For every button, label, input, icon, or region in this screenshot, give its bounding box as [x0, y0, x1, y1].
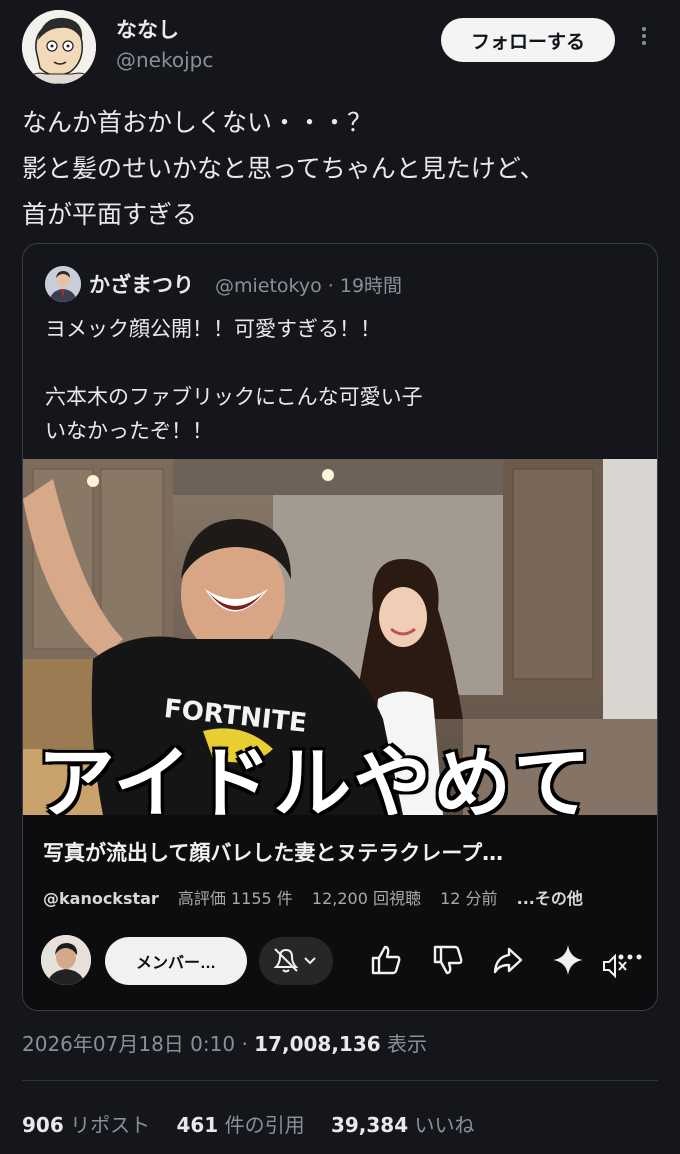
channel-avatar[interactable]: [41, 935, 91, 985]
quoted-author-avatar[interactable]: [45, 266, 81, 302]
author-avatar[interactable]: [22, 10, 96, 84]
chevron-down-icon: [304, 957, 316, 965]
quoted-line: ヨメック顔公開！！可愛すぎる！！: [45, 317, 381, 341]
more-horizontal-icon[interactable]: [615, 951, 645, 963]
quoted-handle-text[interactable]: @mietokyo: [215, 275, 322, 297]
quote-count: 461: [176, 1113, 219, 1137]
member-button[interactable]: メンバー…: [105, 937, 247, 985]
tweet-header: ななし @nekojpc フォローする: [0, 0, 680, 96]
bell-off-icon: [273, 948, 299, 973]
like-label: いいね: [414, 1113, 475, 1137]
more-link[interactable]: ...その他: [517, 889, 583, 908]
video-views: 12,200 回視聴: [311, 889, 421, 908]
more-vertical-icon[interactable]: [632, 24, 656, 54]
repost-stat[interactable]: 906 リポスト: [22, 1113, 150, 1137]
engagement-stats: 906 リポスト 461 件の引用 39,384 いいね: [22, 1109, 474, 1138]
quoted-line: いなかったぞ！！: [45, 419, 213, 443]
video-meta: @kanockstar 高評価 1155 件 12,200 回視聴 12 分前 …: [43, 885, 583, 909]
author-name[interactable]: ななし: [116, 14, 179, 44]
tweet-line: 首が平面すぎる: [22, 200, 198, 229]
quoted-post[interactable]: かざまつり @mietokyo · 19時間 ヨメック顔公開！！可愛すぎる！！ …: [22, 243, 658, 1011]
separator: ·: [241, 1032, 248, 1056]
repost-label: リポスト: [70, 1113, 151, 1137]
quoted-author-name[interactable]: かざまつり: [89, 269, 194, 299]
notification-button[interactable]: [259, 937, 333, 985]
quoted-author-handle: @mietokyo · 19時間: [215, 271, 402, 298]
tweet-line: なんか首おかしくない・・・？: [22, 108, 373, 137]
channel-handle[interactable]: @kanockstar: [43, 889, 159, 908]
sparkle-icon[interactable]: [549, 941, 587, 979]
tweet-timestamp[interactable]: 2026年07月18日 0:10: [22, 1032, 235, 1056]
video-info-panel: 写真が流出して顔バレした妻とヌテラクレープ… @kanockstar 高評価 1…: [23, 815, 657, 1010]
quote-stat[interactable]: 461 件の引用: [176, 1113, 304, 1137]
quoted-text: ヨメック顔公開！！可愛すぎる！！ 六本木のファブリックにこんな可愛い子 いなかっ…: [45, 312, 423, 448]
video-thumbnail[interactable]: FORTNITE アイドルやめて: [23, 459, 657, 815]
follow-button[interactable]: フォローする: [441, 18, 615, 62]
video-likes: 高評価 1155 件: [177, 889, 293, 908]
divider: [22, 1080, 658, 1081]
video-title[interactable]: 写真が流出して顔バレした妻とヌテラクレープ…: [43, 837, 503, 867]
thumbs-down-icon[interactable]: [429, 941, 467, 979]
tweet-text: なんか首おかしくない・・・？ 影と髪のせいかなと思ってちゃんと見たけど、 首が平…: [22, 100, 662, 238]
tweet-timestamp-views: 2026年07月18日 0:10 · 17,008,136 表示: [22, 1028, 427, 1057]
quoted-post-time: · 19時間: [327, 275, 403, 297]
video-overlay-caption: アイドルやめて: [36, 738, 594, 816]
share-icon[interactable]: [489, 941, 527, 979]
view-count: 17,008,136: [254, 1032, 381, 1056]
quoted-line: 六本木のファブリックにこんな可愛い子: [45, 385, 423, 409]
author-handle[interactable]: @nekojpc: [116, 48, 213, 72]
tweet-line: 影と髪のせいかなと思ってちゃんと見たけど、: [22, 154, 545, 183]
repost-count: 906: [22, 1113, 64, 1137]
like-count: 39,384: [330, 1113, 409, 1137]
thumbs-up-icon[interactable]: [367, 941, 405, 979]
video-age: 12 分前: [440, 889, 498, 908]
quoted-line: [45, 346, 423, 380]
video-action-bar: メンバー…: [23, 935, 657, 995]
quote-label: 件の引用: [224, 1113, 305, 1137]
view-label: 表示: [387, 1032, 428, 1056]
like-stat[interactable]: 39,384 いいね: [331, 1113, 475, 1137]
